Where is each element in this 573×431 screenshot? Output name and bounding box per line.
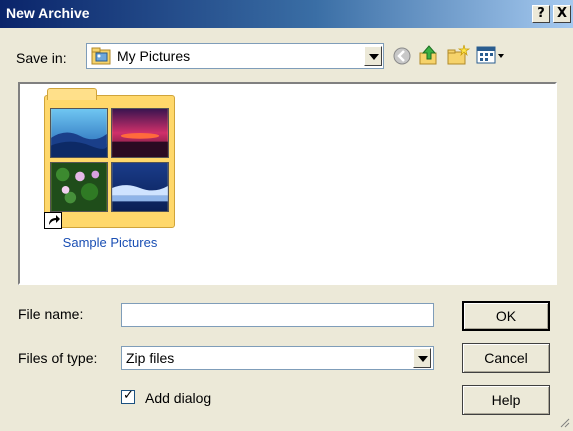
file-name-input[interactable] bbox=[121, 303, 434, 327]
new-folder-icon[interactable] bbox=[446, 44, 470, 66]
save-in-value: My Pictures bbox=[117, 48, 191, 64]
thumbnail-water-lilies bbox=[50, 162, 108, 212]
title-bar[interactable]: New Archive ? X bbox=[0, 0, 573, 28]
chevron-down-icon bbox=[418, 356, 428, 362]
thumbnail-sunset bbox=[111, 108, 169, 158]
file-type-label: Files of type: bbox=[18, 350, 98, 366]
file-list[interactable]: Sample Pictures bbox=[18, 82, 557, 285]
ok-button[interactable]: OK bbox=[462, 301, 550, 331]
file-name-label: File name: bbox=[18, 306, 84, 322]
shortcut-arrow-icon bbox=[44, 212, 62, 229]
add-dialog-checkbox[interactable]: ✓ bbox=[121, 388, 135, 404]
checkmark-icon: ✓ bbox=[123, 388, 134, 403]
save-in-dropdown[interactable]: My Pictures bbox=[86, 43, 384, 69]
save-in-dropdown-button[interactable] bbox=[364, 46, 382, 66]
folder-label: Sample Pictures bbox=[62, 235, 158, 250]
back-icon[interactable] bbox=[392, 46, 412, 66]
list-item[interactable]: Sample Pictures bbox=[42, 88, 178, 257]
add-dialog-label[interactable]: Add dialog bbox=[145, 390, 211, 406]
help-caption-button[interactable]: ? bbox=[532, 5, 550, 23]
file-type-dropdown[interactable]: Zip files bbox=[121, 346, 434, 370]
save-in-label: Save in: bbox=[16, 50, 67, 66]
file-type-dropdown-button[interactable] bbox=[413, 348, 431, 368]
chevron-down-icon bbox=[369, 54, 379, 60]
close-button[interactable]: X bbox=[553, 5, 571, 23]
folder-shortcut-icon bbox=[44, 88, 175, 229]
resize-grip-icon[interactable] bbox=[560, 418, 570, 428]
up-folder-icon[interactable] bbox=[418, 44, 440, 66]
my-pictures-folder-icon bbox=[91, 47, 111, 65]
file-type-value: Zip files bbox=[126, 350, 175, 366]
window-title: New Archive bbox=[6, 5, 90, 21]
thumbnail-blue-hills bbox=[50, 108, 108, 158]
thumbnail-winter bbox=[111, 162, 169, 212]
view-menu-icon[interactable] bbox=[476, 45, 508, 65]
cancel-button[interactable]: Cancel bbox=[462, 343, 550, 373]
help-button[interactable]: Help bbox=[462, 385, 550, 415]
